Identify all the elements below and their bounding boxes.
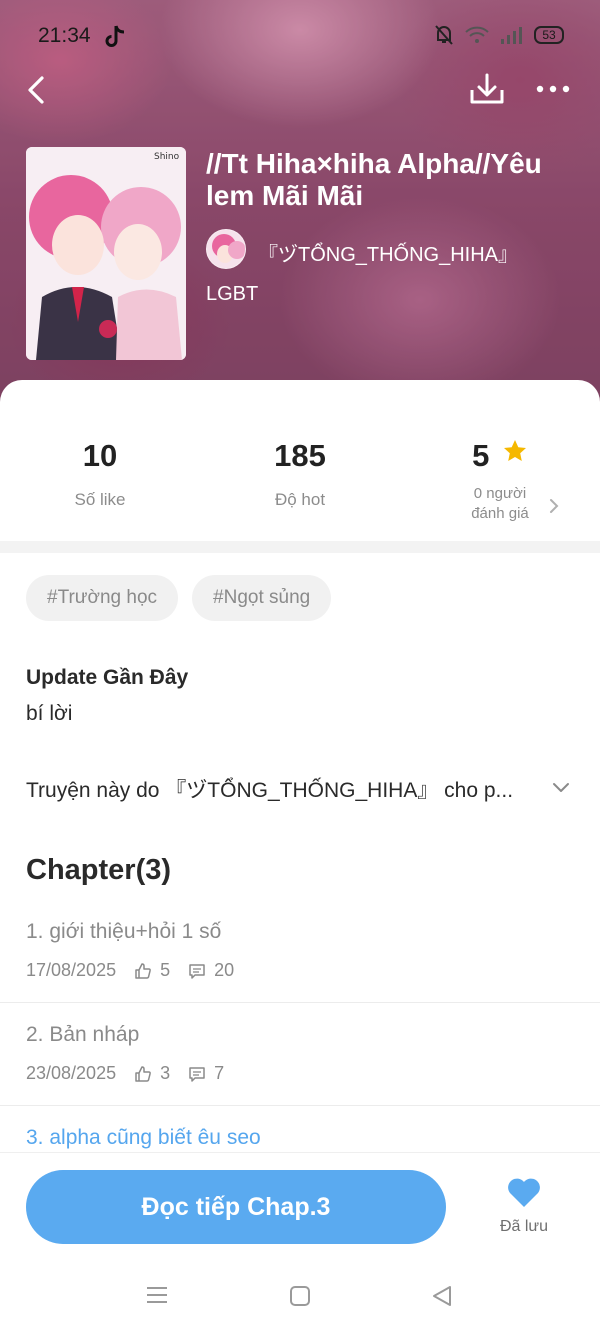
tag-chip[interactable]: #Ngọt sủng [192, 575, 332, 621]
rating-chevron[interactable] [548, 496, 560, 521]
recent-apps-button[interactable] [145, 1284, 169, 1311]
chapter-item[interactable]: 1. giới thiệu+hỏi 1 số 17/08/2025 5 20 [0, 920, 600, 1000]
chapter-comments: 7 [214, 1063, 225, 1083]
status-icons: 53 [434, 24, 564, 46]
chapter-item[interactable]: 2. Bản nháp 23/08/2025 3 7 [0, 1023, 600, 1103]
row-divider [0, 1105, 600, 1106]
expand-description[interactable] [550, 776, 572, 803]
cover-artwork: Shino [26, 147, 186, 360]
chevron-down-icon [553, 783, 569, 792]
more-button[interactable] [534, 74, 572, 104]
back-triangle-icon [433, 1286, 451, 1306]
rating-label-line2: đánh giá [471, 505, 529, 522]
heart-icon [508, 1178, 540, 1207]
back-icon [28, 76, 44, 104]
top-nav [0, 68, 600, 112]
description-row[interactable]: Truyện này do 『ヅTỔNG_THỐNG_HIHA』 cho p..… [26, 774, 576, 804]
update-text: bí lời [26, 702, 73, 725]
hot-stat: 185 Độ hot [200, 438, 400, 510]
menu-icon [147, 1287, 167, 1303]
home-button[interactable] [288, 1284, 312, 1313]
thumb-up-icon [135, 1065, 151, 1082]
chapter-title-current: 3. alpha cũng biết êu seo [26, 1126, 261, 1149]
system-nav-bar [0, 1262, 600, 1333]
status-bar: 21:34 53 [0, 20, 600, 52]
likes-value: 10 [82, 438, 118, 473]
download-icon [470, 73, 504, 104]
cover-signature: Shino [154, 152, 180, 162]
rating-value: 5 [472, 438, 490, 473]
chapter-meta: 23/08/2025 3 7 [26, 1063, 224, 1084]
back-button[interactable] [22, 72, 54, 108]
section-divider [0, 541, 600, 553]
update-heading: Update Gần Đây [26, 666, 189, 689]
rating-value-row: 5 [400, 438, 600, 474]
author-name[interactable]: 『ヅTỔNG_THỐNG_HIHA』 [258, 238, 518, 267]
rating-label-line1: 0 người [473, 485, 527, 502]
saved-button[interactable]: Đã lưu [492, 1177, 556, 1236]
saved-label: Đã lưu [499, 1218, 549, 1235]
chapter-title: 1. giới thiệu+hỏi 1 số [26, 920, 222, 943]
tiktok-icon [104, 24, 126, 55]
comment-icon [189, 963, 205, 979]
likes-label: Số like [74, 490, 126, 509]
status-time: 21:34 [38, 24, 91, 47]
rating-label: 0 người đánh giá [400, 484, 600, 524]
system-back-button[interactable] [430, 1284, 454, 1313]
chevron-right-icon [550, 499, 559, 513]
hot-label: Độ hot [274, 490, 326, 509]
chapter-date: 17/08/2025 [26, 960, 117, 980]
signal-icon [501, 27, 522, 44]
comment-icon [189, 1066, 205, 1082]
chapter-date: 23/08/2025 [26, 1063, 117, 1083]
stats-row: 10 Số like 185 Độ hot 5 0 người đánh giá [0, 438, 600, 538]
row-divider [0, 1002, 600, 1003]
star-icon [503, 440, 526, 461]
battery-icon: 53 [534, 26, 564, 44]
mute-bell-icon [435, 25, 453, 45]
download-button[interactable] [468, 70, 506, 108]
bottom-action-bar: Đọc tiếp Chap.3 Đã lưu [0, 1152, 600, 1262]
chapter-meta: 17/08/2025 5 20 [26, 960, 234, 981]
chapter-comments: 20 [214, 960, 235, 980]
tag-chip[interactable]: #Trường học [26, 575, 179, 621]
hot-value: 185 [274, 438, 326, 473]
chapter-likes: 5 [160, 960, 171, 980]
chapter-title: 2. Bản nháp [26, 1023, 140, 1046]
tag-list: #Trường học #Ngọt sủng [26, 575, 332, 621]
continue-reading-button[interactable]: Đọc tiếp Chap.3 [26, 1170, 446, 1244]
description-text: Truyện này do 『ヅTỔNG_THỐNG_HIHA』 cho p..… [26, 779, 514, 802]
likes-stat: 10 Số like [0, 438, 200, 510]
wifi-icon [465, 26, 489, 43]
book-title: //Tt Hiha×hiha Alpha//Yêu lem Mãi Mãi [206, 148, 542, 211]
chapters-heading: Chapter(3) [26, 854, 172, 886]
battery-level: 53 [542, 28, 556, 42]
book-cover[interactable]: Shino [26, 147, 186, 360]
thumb-up-icon [135, 962, 151, 979]
chapter-likes: 3 [160, 1063, 171, 1083]
rating-stat[interactable]: 5 0 người đánh giá [400, 438, 600, 524]
more-icon [536, 85, 570, 93]
author-avatar[interactable] [206, 229, 246, 269]
genre-label[interactable]: LGBT [206, 283, 258, 306]
home-square-icon [290, 1286, 310, 1306]
